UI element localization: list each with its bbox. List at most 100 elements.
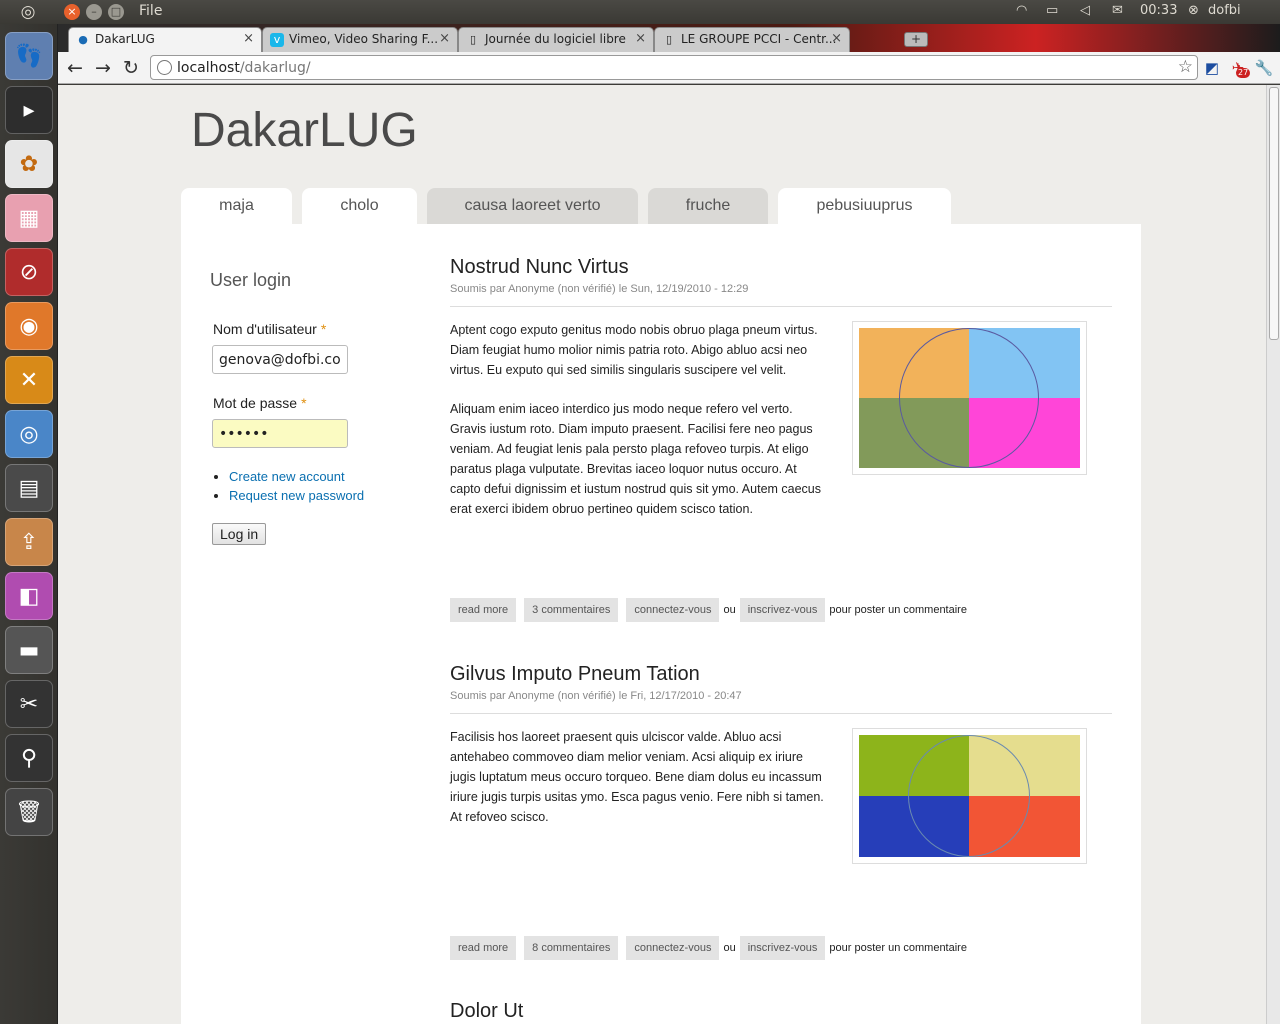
- read-more-link[interactable]: read more: [450, 936, 517, 960]
- node-title-2[interactable]: Gilvus Imputo Pneum Tation: [450, 663, 700, 686]
- username-field[interactable]: [212, 345, 348, 374]
- read-more-link[interactable]: read more: [450, 598, 517, 622]
- files-icon[interactable]: ▬: [5, 626, 53, 674]
- login-link[interactable]: connectez-vous: [626, 936, 720, 960]
- presentation-app-icon[interactable]: ⊘: [5, 248, 53, 296]
- browser-tab-pcci[interactable]: ▯ LE GROUPE PCCI - Centr... ×: [654, 27, 850, 52]
- browser-tab-vimeo[interactable]: v Vimeo, Video Sharing F... ×: [262, 27, 458, 52]
- software-center-icon[interactable]: ⇪: [5, 518, 53, 566]
- clock[interactable]: 00:33: [1140, 3, 1177, 18]
- list-item: Create new account: [229, 469, 364, 484]
- tab-cholo[interactable]: cholo: [302, 188, 417, 224]
- tab-causa-laoreet-verto[interactable]: causa laoreet verto: [427, 188, 638, 224]
- address-bar[interactable]: localhost/dakarlug/ ☆: [150, 55, 1198, 80]
- page-viewport: DakarLUG maja cholo causa laoreet verto …: [58, 85, 1280, 1024]
- volume-icon[interactable]: ◁: [1080, 3, 1090, 18]
- notification-extension-icon[interactable]: ✈27: [1228, 58, 1251, 78]
- terminal-icon[interactable]: ▸: [5, 86, 53, 134]
- browser-tab-journee[interactable]: ▯ Journée du logiciel libre ×: [458, 27, 654, 52]
- user-name[interactable]: dofbi: [1208, 3, 1241, 18]
- image-grid: [859, 735, 1080, 857]
- required-mark: *: [320, 321, 327, 337]
- register-link[interactable]: inscrivez-vous: [739, 598, 826, 622]
- usb-drive-icon[interactable]: ⚲: [5, 734, 53, 782]
- node-image-1[interactable]: [852, 321, 1087, 475]
- login-links: Create new account Request new password: [229, 469, 364, 507]
- menu-file[interactable]: File: [139, 3, 162, 19]
- ubuntu-logo-icon[interactable]: ◎: [18, 2, 38, 22]
- browser-tab-title: DakarLUG: [95, 32, 155, 46]
- dash-icon[interactable]: 👣: [5, 32, 53, 80]
- extension-icon[interactable]: ◩: [1202, 58, 1222, 78]
- list-item: Request new password: [229, 488, 364, 503]
- comment-suffix: pour poster un commentaire: [829, 942, 967, 954]
- forward-arrow-icon[interactable]: →: [92, 57, 114, 79]
- screenshot-tool-icon[interactable]: ▦: [5, 194, 53, 242]
- tab-maja[interactable]: maja: [181, 188, 292, 224]
- login-button[interactable]: Log in: [212, 523, 267, 545]
- browser-tab-title: Journée du logiciel libre: [485, 32, 626, 46]
- login-link[interactable]: connectez-vous: [626, 598, 720, 622]
- back-arrow-icon[interactable]: ←: [64, 57, 86, 79]
- url-host: localhost: [177, 60, 240, 76]
- tab-fruche[interactable]: fruche: [648, 188, 768, 224]
- register-link[interactable]: inscrivez-vous: [739, 936, 826, 960]
- image-circle: [908, 735, 1030, 857]
- divider: [450, 713, 1112, 714]
- node-title-1[interactable]: Nostrud Nunc Virtus: [450, 256, 629, 279]
- wrench-icon[interactable]: 🔧: [1254, 58, 1274, 78]
- site-name[interactable]: DakarLUG: [191, 103, 418, 158]
- workspace-switcher-icon[interactable]: ◧: [5, 572, 53, 620]
- node-links-2: read more 8 commentaires connectez-vous …: [450, 936, 971, 960]
- drupal-icon: ●: [78, 33, 88, 46]
- notification-badge: 27: [1236, 68, 1251, 78]
- page-icon: ▯: [665, 33, 673, 46]
- comments-link[interactable]: 8 commentaires: [524, 936, 619, 960]
- request-password-link[interactable]: Request new password: [229, 488, 364, 503]
- calculator-icon[interactable]: ▤: [5, 464, 53, 512]
- close-icon[interactable]: ×: [439, 31, 450, 46]
- reload-icon[interactable]: ↻: [120, 57, 142, 79]
- browser-tab-dakarlug[interactable]: ● DakarLUG ×: [68, 27, 262, 52]
- close-icon[interactable]: ×: [831, 31, 842, 46]
- required-mark: *: [301, 395, 307, 411]
- window-close-button[interactable]: ×: [64, 4, 80, 20]
- tab-pebusiuuprus[interactable]: pebusiuuprus: [778, 188, 951, 224]
- chromium-icon[interactable]: ◎: [5, 410, 53, 458]
- node-title-3[interactable]: Dolor Ut: [450, 1000, 523, 1023]
- node-image-2[interactable]: [852, 728, 1087, 864]
- content-area: User login Nom d'utilisateur* Mot de pas…: [181, 224, 1141, 1024]
- butterfly-app-icon[interactable]: ✿: [5, 140, 53, 188]
- top-panel: ◎ × – □ File ◠ ▭ ◁ ✉ 00:33 ⊗ dofbi: [0, 0, 1280, 24]
- wifi-icon[interactable]: ◠: [1016, 3, 1027, 18]
- browser-toolbar: ← → ↻ localhost/dakarlug/ ☆ ◩ ✈27 🔧: [58, 52, 1280, 84]
- paragraph: Aptent cogo exputo genitus modo nobis ob…: [450, 323, 818, 377]
- mail-icon[interactable]: ✉: [1112, 3, 1123, 18]
- page-scrollbar[interactable]: [1266, 85, 1280, 1024]
- comments-link[interactable]: 3 commentaires: [524, 598, 619, 622]
- password-label-text: Mot de passe: [213, 395, 298, 411]
- new-tab-button[interactable]: +: [904, 32, 928, 47]
- code-editor-icon[interactable]: ✕: [5, 356, 53, 404]
- bookmark-star-icon[interactable]: ☆: [1178, 57, 1193, 77]
- create-account-link[interactable]: Create new account: [229, 469, 345, 484]
- close-icon[interactable]: ×: [635, 31, 646, 46]
- node-meta-2: Soumis par Anonyme (non vérifié) le Fri,…: [450, 690, 742, 702]
- password-label: Mot de passe *: [213, 395, 307, 411]
- blender-icon[interactable]: ◉: [5, 302, 53, 350]
- node-body-2: Facilisis hos laoreet praesent quis ulci…: [450, 727, 826, 846]
- trash-icon[interactable]: 🗑: [5, 788, 53, 836]
- battery-icon[interactable]: ▭: [1046, 3, 1058, 18]
- paragraph: Aliquam enim iaceo interdico jus modo ne…: [450, 402, 822, 516]
- video-editor-icon[interactable]: ✂: [5, 680, 53, 728]
- window-minimize-button[interactable]: –: [86, 4, 102, 20]
- window-maximize-button[interactable]: □: [108, 4, 124, 20]
- password-field[interactable]: [212, 419, 348, 448]
- image-circle: [899, 328, 1039, 468]
- close-icon[interactable]: ×: [243, 31, 254, 46]
- scrollbar-thumb[interactable]: [1269, 87, 1279, 340]
- page-icon: ▯: [469, 33, 477, 46]
- node-meta-1: Soumis par Anonyme (non vérifié) le Sun,…: [450, 283, 749, 295]
- session-icon[interactable]: ⊗: [1188, 3, 1199, 18]
- username-label-text: Nom d'utilisateur: [213, 321, 317, 337]
